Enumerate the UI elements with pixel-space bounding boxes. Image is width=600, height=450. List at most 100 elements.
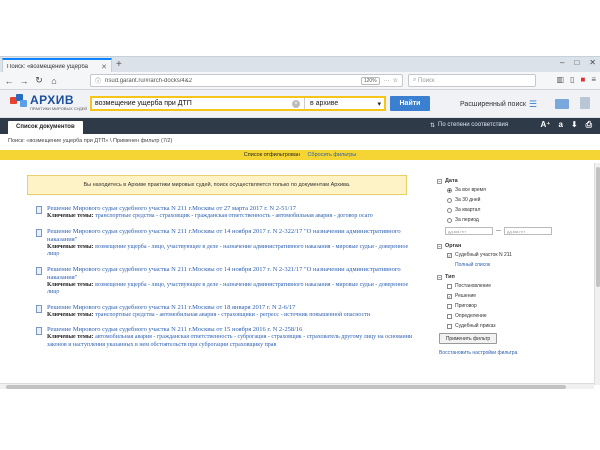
checkbox[interactable] <box>447 283 452 289</box>
bookmark-star-icon[interactable]: ☆ <box>393 77 398 84</box>
scrollbar-thumb[interactable] <box>596 167 600 287</box>
url-bar[interactable]: ⓘ nsud.garant.ru/#/arch-docks/4&2 120% ·… <box>90 74 403 87</box>
checkbox[interactable] <box>447 313 452 319</box>
date-section-header[interactable]: − Дата <box>437 178 552 184</box>
checkbox-checked[interactable]: ✓ <box>447 252 452 258</box>
maximize-icon[interactable]: □ <box>574 58 579 67</box>
close-window-icon[interactable]: ✕ <box>589 58 596 67</box>
topics-label: Ключевые темы: <box>47 311 94 318</box>
document-icon <box>36 304 42 313</box>
list-item: Решение Мирового судьи судебного участка… <box>36 266 416 297</box>
decrease-font-icon[interactable]: a <box>558 120 562 130</box>
reload-icon[interactable]: ↻ <box>33 75 45 86</box>
browser-search-bar[interactable]: ⌕ Поиск <box>408 74 536 87</box>
restore-filter-link[interactable]: Восстановить настройки фильтра <box>439 350 552 356</box>
browser-tab-bar: Поиск: «возмещение ущерба ✕ + – □ ✕ <box>0 56 600 73</box>
checkbox[interactable] <box>447 303 452 309</box>
topics-label: Ключевые темы: <box>47 334 94 340</box>
organ-option[interactable]: ✓ Судебный участок N 211 <box>447 252 552 258</box>
type-option-label: Приговор <box>455 303 477 309</box>
result-topics: Ключевые темы: возмещение ущерба - лицо,… <box>47 244 416 259</box>
menu-icon[interactable]: ≡ <box>591 75 596 84</box>
date-from-field[interactable]: дд.мм.гггг <box>445 227 493 235</box>
date-option-period[interactable]: За период <box>447 217 552 223</box>
advanced-search-link[interactable]: Расширенный поиск ☰ <box>460 99 537 110</box>
date-option-label: За период <box>455 217 479 223</box>
increase-font-icon[interactable]: A⁺ <box>540 120 550 130</box>
type-section-header[interactable]: − Тип <box>437 274 552 280</box>
date-option-label: За все время <box>455 187 486 193</box>
result-title-link[interactable]: Решение Мирового судьи судебного участка… <box>47 266 416 282</box>
type-option[interactable]: Приговор <box>447 303 552 309</box>
apply-filter-button[interactable]: Применить фильтр <box>439 333 497 344</box>
library-icon[interactable]: ▥ <box>557 75 565 84</box>
radio-selected[interactable] <box>447 187 452 193</box>
advanced-search-icon: ☰ <box>528 99 537 109</box>
result-title-link[interactable]: Решение Мирового судьи судебного участка… <box>47 326 416 334</box>
result-topics: Ключевые темы: транспортные средства - с… <box>47 213 416 221</box>
home-icon[interactable]: ⌂ <box>48 76 60 86</box>
document-icon <box>36 266 42 275</box>
forward-icon[interactable]: → <box>18 76 30 86</box>
find-button[interactable]: Найти <box>390 96 430 111</box>
result-title-link[interactable]: Решение Мирового судьи судебного участка… <box>47 205 416 213</box>
type-option[interactable]: Определение <box>447 313 552 319</box>
date-option-30-days[interactable]: За 30 дней <box>447 197 552 203</box>
date-to-field[interactable]: дд.мм.гггг <box>504 227 552 235</box>
collapse-icon: − <box>437 243 442 249</box>
type-option[interactable]: ✓ Решение <box>447 293 552 299</box>
zoom-level[interactable]: 120% <box>360 76 380 85</box>
documents-icon[interactable] <box>576 95 594 113</box>
archive-notice: Вы находитесь в Архиве практики мировых … <box>27 175 407 195</box>
minimize-icon[interactable]: – <box>560 58 564 67</box>
search-icon: ⌕ <box>413 77 417 83</box>
messages-icon[interactable] <box>553 95 571 113</box>
type-section-title: Тип <box>445 274 455 280</box>
result-title-link[interactable]: Решение Мирового судьи судебного участка… <box>47 304 416 312</box>
reset-filters-link[interactable]: Сбросить фильтры <box>307 152 356 158</box>
page-actions-icon[interactable]: ··· <box>384 78 390 84</box>
scrollbar-thumb[interactable] <box>6 385 566 389</box>
radio[interactable] <box>447 197 452 203</box>
filter-status-text: Список отфильтрован <box>243 152 300 158</box>
close-tab-icon[interactable]: ✕ <box>101 63 107 71</box>
site-logo[interactable]: АРХИВ ПРАКТИКИ МИРОВЫХ СУДЕЙ <box>10 94 87 112</box>
sidebar-icon[interactable]: ▯ <box>570 75 574 84</box>
horizontal-scrollbar[interactable] <box>0 383 594 389</box>
type-option[interactable]: Судебный приказ <box>447 323 552 329</box>
sort-selector[interactable]: ⇅ По степени соответствия <box>430 122 508 129</box>
topics-label: Ключевые темы: <box>47 281 94 288</box>
checkbox[interactable] <box>447 323 452 329</box>
topics-label: Ключевые темы: <box>47 243 94 250</box>
checkbox-checked[interactable]: ✓ <box>447 293 452 299</box>
breadcrumb: Поиск: «возмещение ущерба при ДТП» \ При… <box>8 138 173 144</box>
date-option-quarter[interactable]: За квартал <box>447 207 552 213</box>
radio[interactable] <box>447 207 452 213</box>
browser-tab[interactable]: Поиск: «возмещение ущерба ✕ <box>2 58 112 73</box>
new-tab-icon[interactable]: + <box>116 59 122 70</box>
sort-label: По степени соответствия <box>438 122 509 128</box>
full-list-link[interactable]: Полный список <box>455 262 552 268</box>
extension-icon[interactable]: ■ <box>580 75 585 84</box>
organ-section-header[interactable]: − Орган <box>437 243 552 249</box>
date-section-title: Дата <box>445 178 458 184</box>
browser-nav-bar: ← → ↻ ⌂ ⓘ nsud.garant.ru/#/arch-docks/4&… <box>0 72 600 90</box>
print-icon[interactable]: ⎙ <box>586 120 592 130</box>
date-range-dash: — <box>496 228 501 234</box>
list-item: Решение Мирового судьи судебного участка… <box>36 326 416 349</box>
vertical-scrollbar[interactable] <box>594 163 600 385</box>
document-toolbar: Список документов ⇅ По степени соответст… <box>0 118 600 134</box>
save-icon[interactable]: ⬇ <box>571 120 578 130</box>
toolbar-icons: A⁺ a ⬇ ⎙ <box>540 120 592 130</box>
radio[interactable] <box>447 217 452 223</box>
result-title-link[interactable]: Решение Мирового судьи судебного участка… <box>47 228 416 244</box>
search-scope-select[interactable]: в архиве ▾ <box>304 98 384 109</box>
tab-document-list[interactable]: Список документов <box>8 121 83 134</box>
search-input[interactable]: возмещение ущерба при ДТП <box>92 100 292 107</box>
type-option[interactable]: Постановление <box>447 283 552 289</box>
clear-search-icon[interactable]: × <box>292 99 300 108</box>
search-box: возмещение ущерба при ДТП × в архиве ▾ <box>90 96 386 111</box>
back-icon[interactable]: ← <box>3 76 15 86</box>
info-icon[interactable]: ⓘ <box>95 76 101 85</box>
date-option-all-time[interactable]: За все время <box>447 187 552 193</box>
